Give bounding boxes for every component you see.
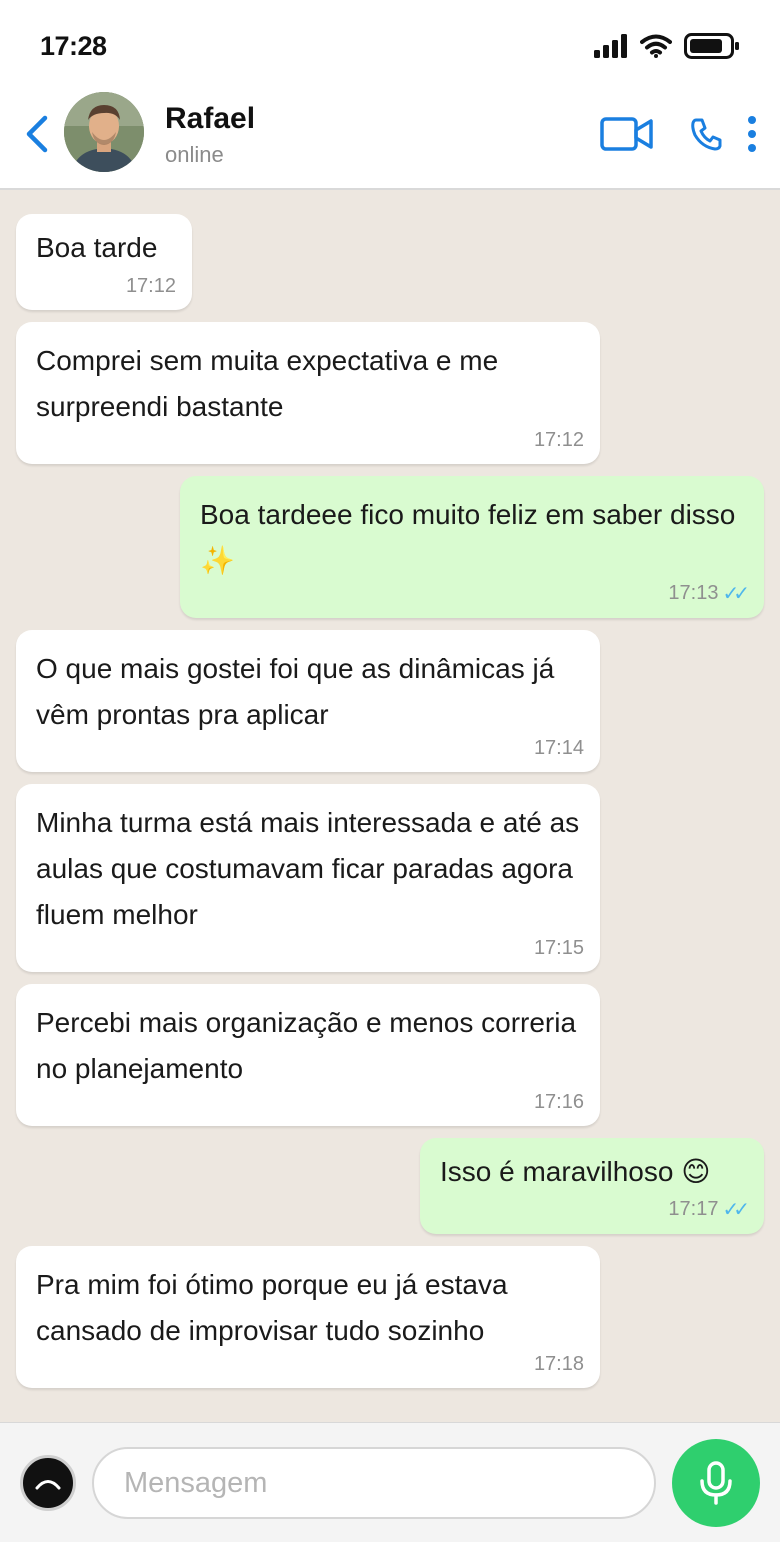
- video-call-button[interactable]: [598, 114, 656, 154]
- message-meta: 17:14: [534, 737, 584, 760]
- message-bubble-incoming[interactable]: Pra mim foi ótimo porque eu já estava ca…: [16, 1246, 600, 1388]
- chat-header: Rafael online: [0, 92, 780, 190]
- contact-name[interactable]: Rafael: [165, 102, 255, 136]
- phone-icon: [691, 118, 722, 151]
- message-bubble-incoming[interactable]: Percebi mais organização e menos correri…: [16, 984, 600, 1126]
- message-time: 17:13: [668, 582, 719, 604]
- status-icons: [594, 32, 740, 60]
- voice-call-button[interactable]: [686, 114, 726, 154]
- message-text: Comprei sem muita expectativa e me surpr…: [36, 345, 499, 422]
- avatar-photo: [64, 92, 144, 172]
- message-bubble-incoming[interactable]: O que mais gostei foi que as dinâmicas j…: [16, 630, 600, 772]
- wifi-icon: [640, 34, 672, 58]
- message-text: Boa tardeee fico muito feliz em saber di…: [200, 499, 736, 576]
- message-time: 17:17: [668, 1198, 719, 1220]
- more-options-button[interactable]: [738, 112, 766, 156]
- message-meta: 17:15: [534, 937, 584, 960]
- kebab-menu-icon: [748, 116, 756, 152]
- message-time: 17:18: [533, 1353, 584, 1375]
- voice-message-button[interactable]: [672, 1439, 760, 1527]
- message-text: Minha turma está mais interessada e até …: [36, 807, 580, 930]
- signal-icon: [594, 34, 627, 58]
- video-camera-icon: [600, 117, 653, 151]
- message-meta: 17:18: [534, 1353, 584, 1376]
- message-time: 17:12: [125, 275, 176, 297]
- status-time: 17:28: [40, 31, 107, 61]
- message-text: O que mais gostei foi que as dinâmicas j…: [36, 653, 555, 730]
- battery-icon: [684, 33, 739, 59]
- read-receipt-icon: ✓✓: [722, 583, 749, 605]
- contact-status: online: [165, 142, 224, 167]
- message-meta: 17:17 ✓✓: [668, 1197, 749, 1222]
- message-meta: 17:12: [126, 275, 176, 298]
- message-bubble-incoming[interactable]: Comprei sem muita expectativa e me surpr…: [16, 322, 600, 464]
- message-meta: 17:16: [534, 1091, 584, 1114]
- message-meta: 17:12: [534, 429, 584, 452]
- read-receipt-icon: ✓✓: [722, 1199, 749, 1221]
- message-list[interactable]: Boa tarde 17:12 Comprei sem muita expect…: [0, 190, 780, 1422]
- message-meta: 17:13 ✓✓: [668, 581, 749, 606]
- message-bubble-outgoing[interactable]: Boa tardeee fico muito feliz em saber di…: [180, 476, 764, 618]
- microphone-icon: [700, 1461, 732, 1505]
- chevron-left-icon: [26, 115, 48, 153]
- message-input[interactable]: [92, 1447, 656, 1519]
- message-time: 17:14: [533, 737, 584, 759]
- message-time: 17:12: [533, 429, 584, 451]
- message-bubble-incoming[interactable]: Minha turma está mais interessada e até …: [16, 784, 600, 972]
- message-bubble-outgoing[interactable]: Isso é maravilhoso 😊 17:17 ✓✓: [420, 1138, 764, 1234]
- status-bar: 17:28: [0, 0, 780, 92]
- avatar[interactable]: [64, 92, 144, 172]
- message-text: Isso é maravilhoso 😊: [440, 1156, 711, 1187]
- message-time: 17:16: [533, 1091, 584, 1113]
- message-text: Percebi mais organização e menos correri…: [36, 1007, 577, 1084]
- message-composer: [0, 1422, 780, 1542]
- sticker-icon: [35, 1480, 61, 1490]
- message-bubble-incoming[interactable]: Boa tarde 17:12: [16, 214, 192, 310]
- message-time: 17:15: [533, 937, 584, 959]
- back-button[interactable]: [18, 112, 54, 156]
- message-text: Pra mim foi ótimo porque eu já estava ca…: [36, 1269, 508, 1346]
- sticker-button[interactable]: [20, 1455, 76, 1511]
- message-text: Boa tarde: [36, 232, 158, 263]
